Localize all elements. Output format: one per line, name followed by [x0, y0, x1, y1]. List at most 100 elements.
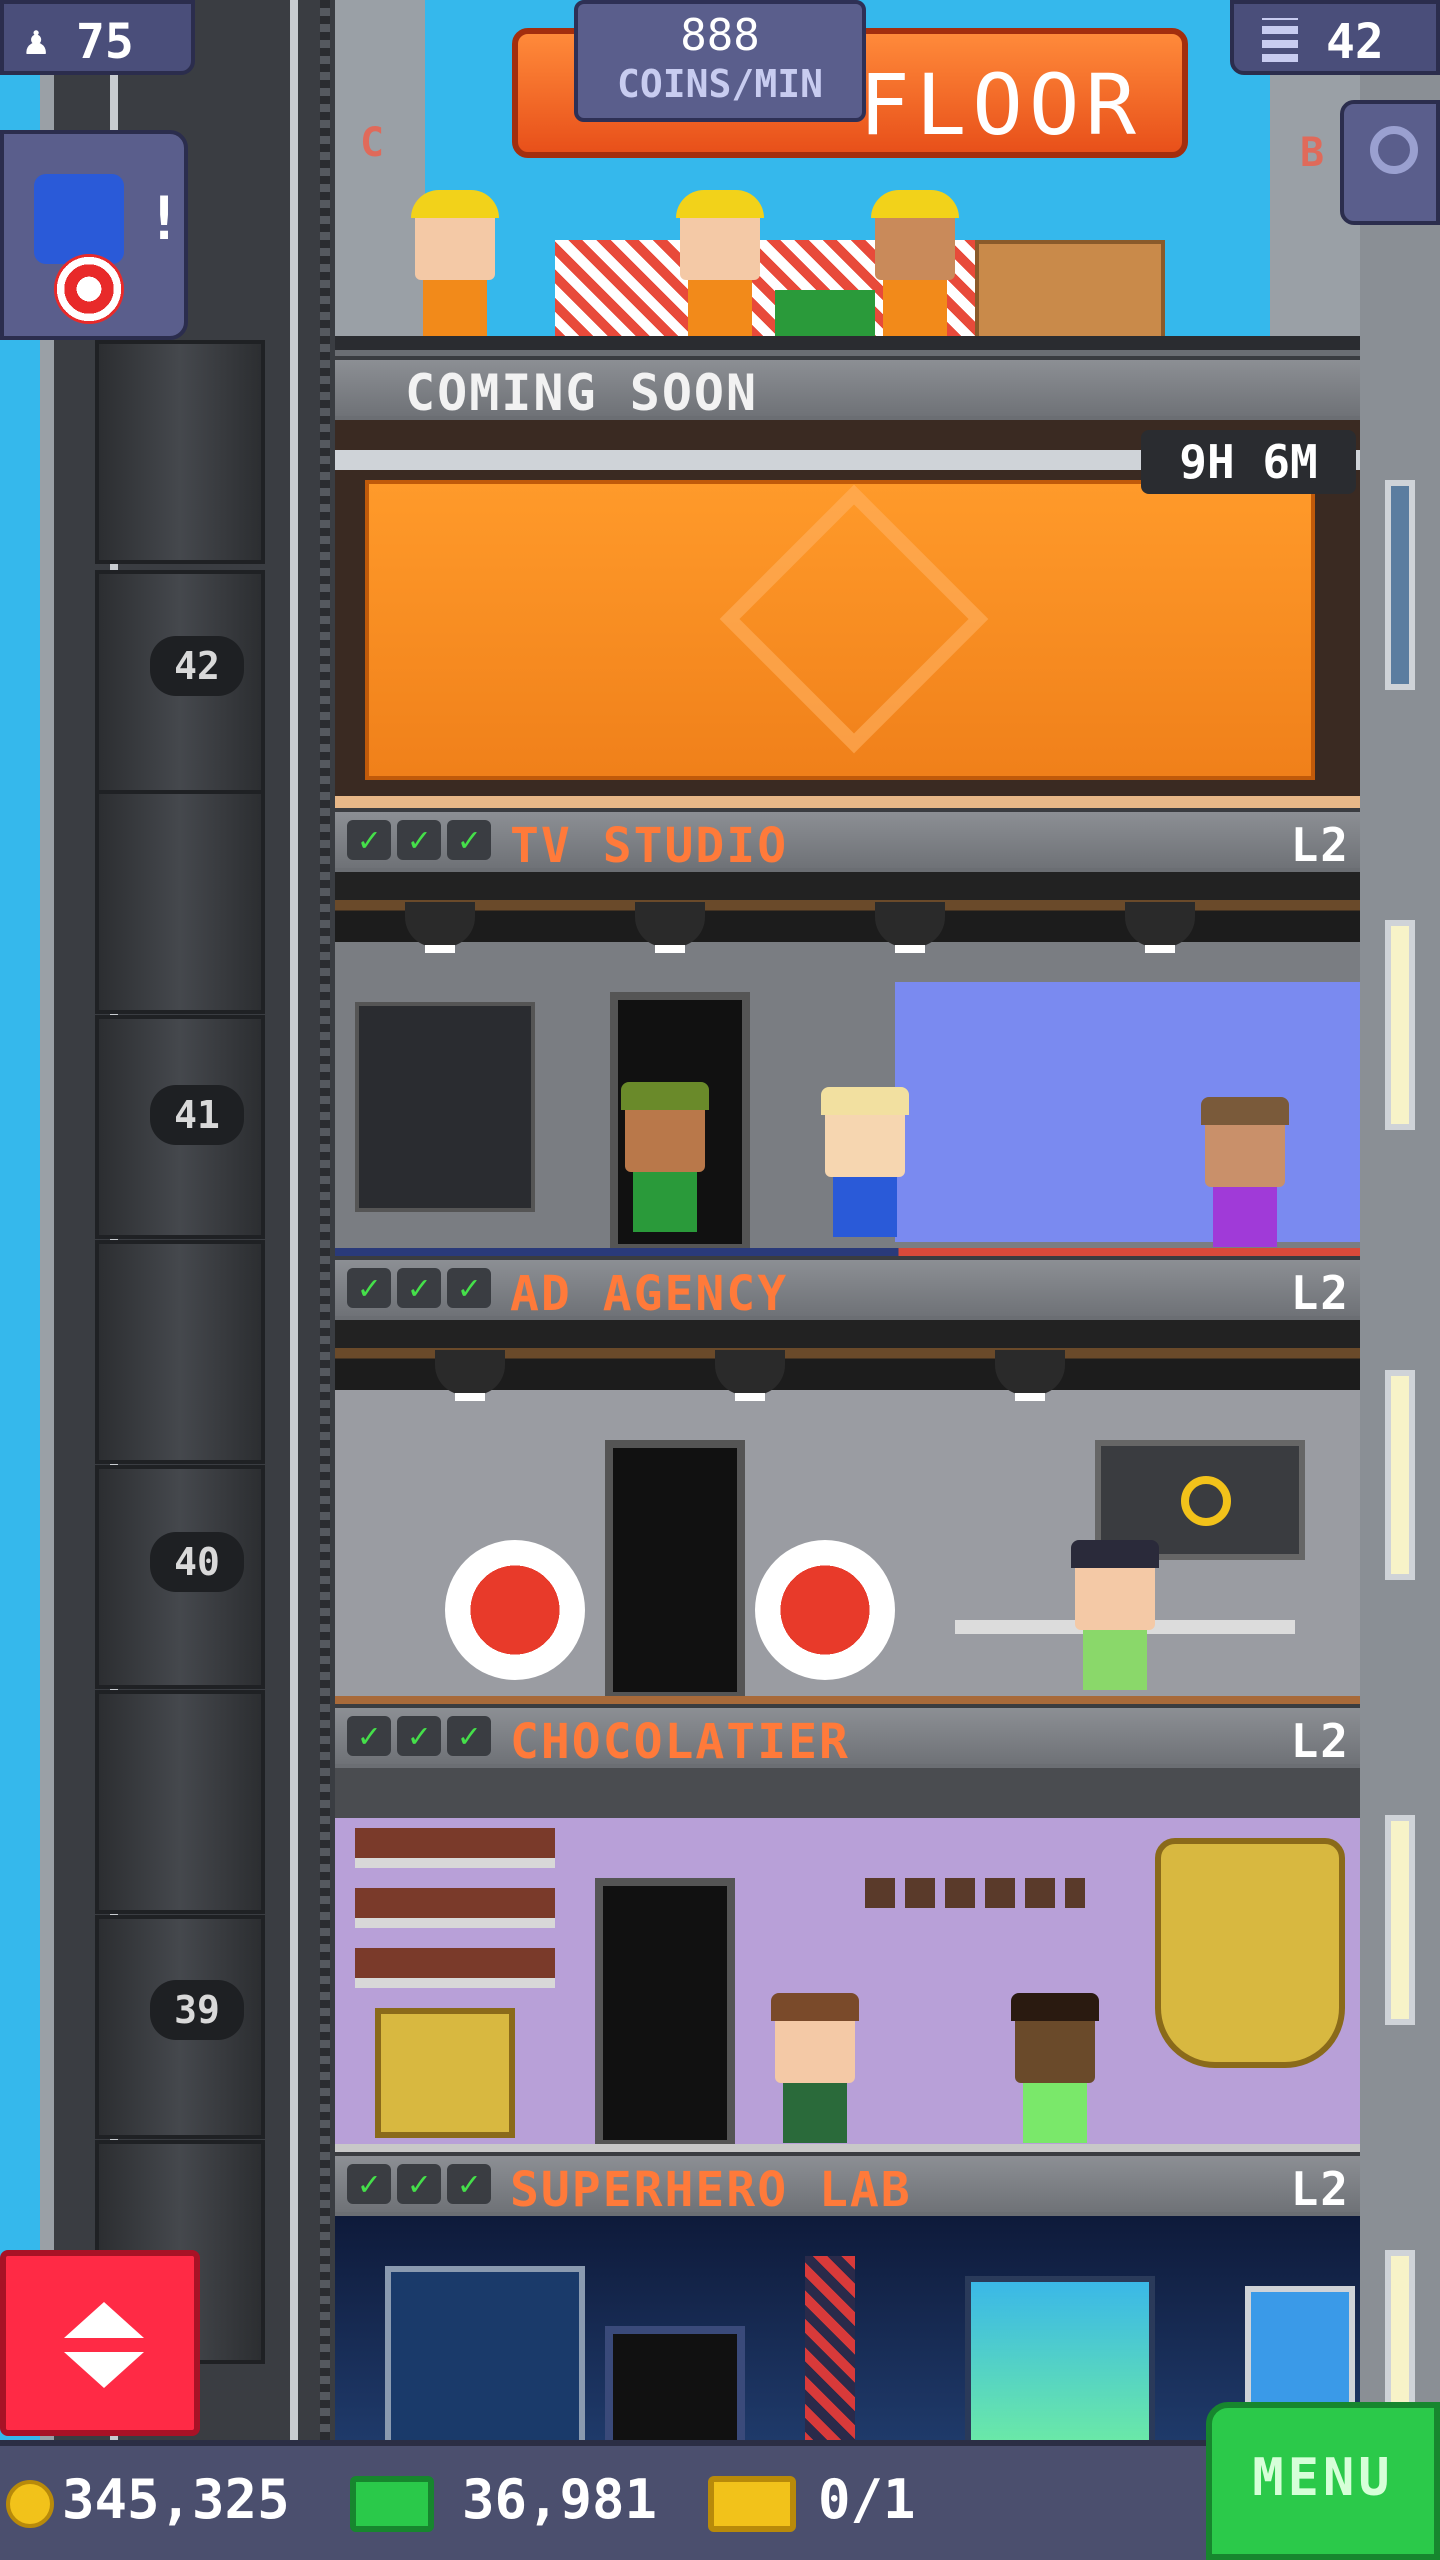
shaft-cell	[95, 340, 265, 564]
shaft-rail	[40, 0, 54, 2440]
room-tv-studio[interactable]	[335, 872, 1360, 1262]
room-superhero-lab[interactable]	[335, 2216, 1360, 2440]
elevator-cable	[320, 0, 330, 2440]
search-button[interactable]	[1340, 100, 1440, 225]
stock-checks: ✓ ✓ ✓	[347, 2164, 491, 2204]
shaft-cell	[95, 1240, 265, 1464]
check-icon: ✓	[447, 2164, 491, 2204]
floor-bar-tv-studio[interactable]: ✓ ✓ ✓ TV STUDIO L2	[335, 808, 1360, 874]
room-chocolatier[interactable]	[335, 1768, 1360, 2158]
tenant-character[interactable]	[1071, 1540, 1159, 1690]
bux-icon	[350, 2476, 434, 2532]
hero-avatar	[34, 174, 124, 264]
roof-marker-left: C	[360, 120, 385, 166]
check-icon: ✓	[397, 2164, 441, 2204]
shaft-cell	[95, 790, 265, 1014]
tower-window	[1385, 480, 1415, 690]
tower-window	[1385, 1370, 1415, 1580]
elevator-button[interactable]	[0, 2250, 200, 2436]
building-icon	[1262, 18, 1298, 62]
check-icon: ✓	[447, 1716, 491, 1756]
roof-pillar: C	[335, 0, 425, 350]
coins-per-min-value: 888	[680, 10, 760, 61]
tenant-character[interactable]	[1011, 1993, 1099, 2143]
ticket-icon	[708, 2476, 796, 2532]
vip-character-button[interactable]: !	[0, 130, 188, 340]
room-ad-agency[interactable]	[335, 1320, 1360, 1710]
floor-bar-superhero-lab[interactable]: ✓ ✓ ✓ SUPERHERO LAB L2	[335, 2152, 1360, 2218]
wooden-crate	[975, 240, 1165, 340]
coins-value: 345,325	[62, 2468, 290, 2531]
bux-value: 36,981	[462, 2468, 658, 2531]
stock-checks: ✓ ✓ ✓	[347, 1716, 491, 1756]
blue-screen-backdrop	[895, 982, 1360, 1242]
tenant-character[interactable]	[821, 1087, 909, 1237]
shield-icon	[54, 254, 124, 324]
shaft-floor-number: 40	[150, 1532, 244, 1592]
elevator-arrows-icon	[64, 2352, 144, 2388]
population-counter[interactable]: ♟ 75	[0, 0, 195, 75]
tickets-value: 0/1	[818, 2468, 916, 2531]
cocoa-pot	[375, 2008, 515, 2138]
lab-monitor	[385, 2266, 585, 2440]
roof-marker-right: B	[1300, 130, 1325, 176]
floor-bar-ad-agency[interactable]: ✓ ✓ ✓ AD AGENCY L2	[335, 1256, 1360, 1322]
truffle-shelf	[865, 1878, 1085, 1908]
chocolate-machine	[1155, 1838, 1345, 2068]
chocolate-shelf	[355, 1828, 555, 1988]
ring-icon	[1181, 1476, 1231, 1526]
population-value: 75	[76, 14, 134, 70]
stock-checks: ✓ ✓ ✓	[347, 820, 491, 860]
floors-counter[interactable]: 42	[1230, 0, 1440, 75]
tower-window	[1385, 920, 1415, 1130]
roof-floor-line	[335, 336, 1360, 350]
tower-window	[1385, 1815, 1415, 2025]
elevator-arrows-icon	[64, 2302, 144, 2338]
tenant-character[interactable]	[621, 1082, 709, 1232]
coins-per-min-label: COINS/MIN	[617, 62, 823, 106]
coins-per-min-panel: 888 COINS/MIN	[574, 0, 866, 122]
magnifier-icon	[1370, 126, 1418, 174]
floors-value: 42	[1326, 14, 1384, 70]
floor-name: TV STUDIO	[510, 818, 789, 874]
floor-name: AD AGENCY	[510, 1266, 789, 1322]
shaft-rail	[290, 0, 298, 2440]
worker-character[interactable]	[411, 190, 499, 340]
floor-level: L2	[1290, 1714, 1350, 1768]
shaft-cell	[95, 1690, 265, 1914]
check-icon: ✓	[397, 1268, 441, 1308]
coin-icon	[6, 2480, 54, 2528]
tesla-coil	[805, 2256, 855, 2440]
control-console	[355, 1002, 535, 1212]
coming-soon-floor[interactable]: 9H 6M	[335, 420, 1360, 810]
check-icon: ✓	[347, 1716, 391, 1756]
tower-right-wall	[1360, 0, 1440, 2440]
tenant-character[interactable]	[771, 1993, 859, 2143]
alert-icon: !	[146, 184, 183, 254]
egg-chair	[755, 1540, 895, 1680]
tenant-character[interactable]	[1201, 1097, 1289, 1247]
check-icon: ✓	[347, 820, 391, 860]
elevator-door	[605, 1440, 745, 1700]
floor-name: SUPERHERO LAB	[510, 2162, 912, 2218]
floor-bar-chocolatier[interactable]: ✓ ✓ ✓ CHOCOLATIER L2	[335, 1704, 1360, 1770]
coming-soon-label: COMING SOON	[405, 364, 759, 422]
check-icon: ✓	[397, 820, 441, 860]
check-icon: ✓	[347, 2164, 391, 2204]
elevator-door	[595, 1878, 735, 2148]
shaft-floor-number: 42	[150, 636, 244, 696]
person-icon: ♟	[24, 18, 49, 64]
check-icon: ✓	[447, 1268, 491, 1308]
containment-tank	[965, 2276, 1155, 2440]
floor-level: L2	[1290, 818, 1350, 872]
check-icon: ✓	[347, 1268, 391, 1308]
elevator-door	[605, 2326, 745, 2440]
floor-level: L2	[1290, 1266, 1350, 1320]
floor-name: CHOCOLATIER	[510, 1714, 850, 1770]
worker-character[interactable]	[676, 190, 764, 340]
coming-soon-bar: COMING SOON	[335, 356, 1360, 422]
construction-timer: 9H 6M	[1141, 430, 1356, 494]
menu-button[interactable]: MENU	[1206, 2402, 1440, 2560]
worker-character[interactable]	[871, 190, 959, 340]
ceiling	[335, 1768, 1360, 1818]
